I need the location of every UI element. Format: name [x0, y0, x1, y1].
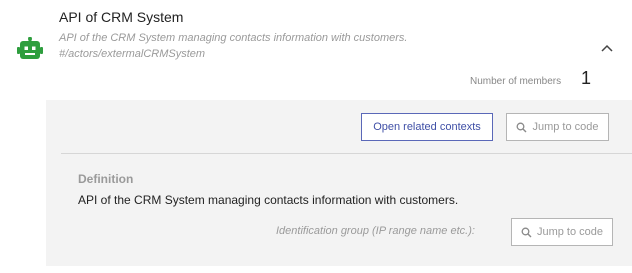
open-related-contexts-label: Open related contexts	[373, 121, 481, 133]
actor-header: API of CRM System API of the CRM System …	[0, 0, 632, 100]
definition-heading: Definition	[78, 172, 134, 186]
definition-text: API of the CRM System managing contacts …	[78, 193, 459, 207]
identification-jump-to-code-button[interactable]: Jump to code	[511, 218, 613, 246]
members-count: 1	[581, 68, 592, 88]
actor-path: #/actors/extermalCRMSystem	[59, 48, 206, 60]
open-related-contexts-button[interactable]: Open related contexts	[361, 113, 493, 141]
identification-group-label: Identification group (IP range name etc.…	[276, 225, 475, 237]
identification-jump-to-code-label: Jump to code	[536, 226, 604, 238]
actor-title: API of CRM System	[59, 9, 184, 25]
search-icon	[517, 122, 527, 132]
search-icon	[521, 227, 532, 237]
robot-icon	[17, 37, 43, 59]
jump-to-code-button[interactable]: Jump to code	[506, 113, 609, 141]
jump-to-code-label: Jump to code	[532, 121, 599, 133]
actor-description: API of the CRM System managing contacts …	[59, 32, 408, 44]
chevron-up-icon[interactable]	[600, 43, 614, 53]
members-label: Number of members	[470, 76, 562, 87]
actor-details-panel: Open related contexts Jump to code Defin…	[46, 100, 632, 266]
divider	[61, 153, 632, 154]
